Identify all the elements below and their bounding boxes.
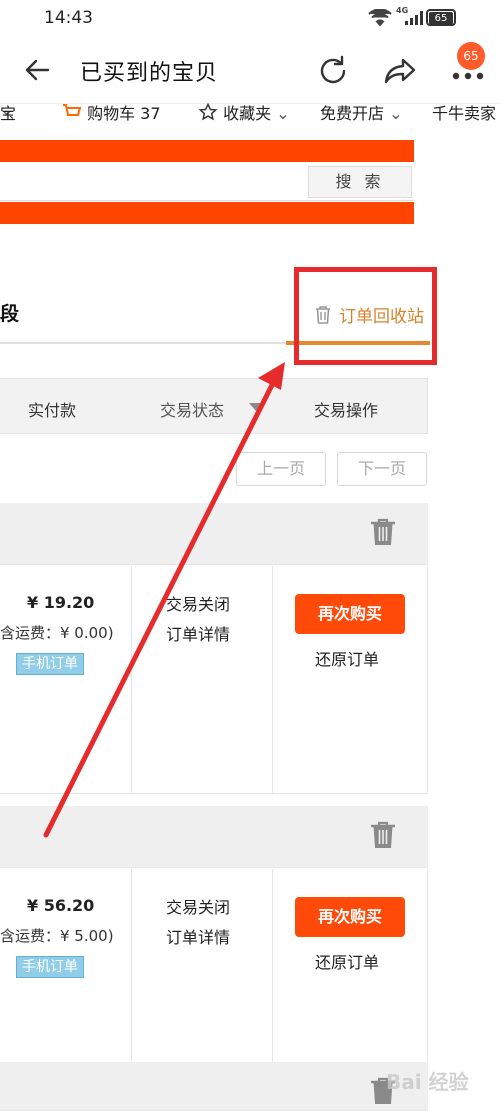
column-divider [272,566,273,793]
order-detail-link[interactable]: 订单详情 [166,621,230,645]
battery-icon: 65 [426,9,456,26]
next-page-button[interactable]: 下一页 [337,452,427,486]
share-icon[interactable] [382,53,418,89]
nav-item-label: 购物车 37 [87,104,161,123]
wifi-icon [368,8,392,31]
cart-icon [63,104,82,116]
header-paid: 实付款 [28,401,77,420]
cell-signal-icon [405,11,423,25]
delete-order-icon[interactable] [370,820,396,850]
prev-page-button[interactable]: 上一页 [236,452,326,486]
order-status: 交易关闭 [166,595,231,614]
rebuy-button[interactable]: 再次购买 [295,594,405,634]
nav-item-label: 宝 [0,104,17,123]
order-detail-link[interactable]: 订单详情 [166,924,230,948]
order-shipping: 含运费：¥ 5.00) [0,927,114,945]
search-button[interactable]: 搜 索 [308,166,412,198]
title-bar: 已买到的宝贝 65 [0,36,500,104]
nav-item-cart[interactable]: 购物车 37 [62,100,161,124]
order-status: 交易关闭 [166,898,231,917]
order-header [0,503,428,565]
orange-banner-bottom [0,202,414,224]
restore-order-link[interactable]: 还原订单 [315,646,379,670]
order-row: ¥ 19.20 含运费：¥ 0.00) 手机订单 交易关闭 订单详情 再次购买 … [0,566,428,794]
header-actions: 交易操作 [314,401,379,420]
mobile-order-tag: 手机订单 [16,653,84,675]
nav-item-favorites[interactable]: 收藏夹 ⌄ [198,100,290,124]
order-price: ¥ 19.20 [27,593,95,612]
refresh-icon[interactable] [315,53,351,89]
nav-item-qianniu[interactable]: 千牛卖家 [432,100,496,124]
search-input[interactable] [0,166,306,198]
orange-banner-top [0,140,414,162]
order-shipping: 含运费：¥ 0.00) [0,624,114,642]
watermark: Bai 经验 [386,1070,469,1094]
order-price: ¥ 56.20 [27,896,95,915]
page-title: 已买到的宝贝 [80,61,219,86]
star-icon [198,102,218,121]
status-bar: 14:43 4G 65 [0,0,500,36]
annotation-highlight-box [294,267,437,365]
battery-level: 65 [429,12,453,25]
notification-badge: 65 [457,42,485,70]
nav-item-label: 收藏夹 [223,104,272,123]
back-arrow-icon[interactable] [22,54,54,86]
order-header [0,806,428,868]
delete-order-icon[interactable] [370,517,396,547]
top-nav: 宝 ⌄ 购物车 37 收藏夹 ⌄ 免费开店 ⌄ 千牛卖家 [0,100,500,124]
mobile-order-tag: 手机订单 [16,956,84,978]
nav-item-label: 免费开店 [320,104,385,123]
search-bar: 搜 索 [0,164,414,201]
status-time: 14:43 [44,8,93,28]
dropdown-arrow-icon[interactable] [249,403,263,411]
restore-order-link[interactable]: 还原订单 [315,949,379,973]
column-divider [131,566,132,793]
tab-partial[interactable]: 段 [0,299,19,326]
table-header: 实付款 交易状态 交易操作 [0,378,428,434]
nav-item-open-shop[interactable]: 免费开店 ⌄ [320,100,403,124]
nav-item-taobao[interactable]: 宝 ⌄ [0,100,16,123]
rebuy-button[interactable]: 再次购买 [295,897,405,937]
header-status[interactable]: 交易状态 [160,397,224,421]
order-header [0,1062,428,1111]
